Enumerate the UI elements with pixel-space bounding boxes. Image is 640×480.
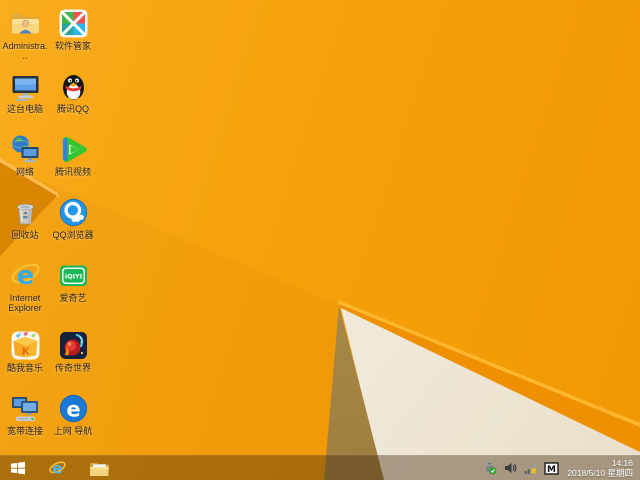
network-status-icon[interactable] — [523, 461, 538, 475]
clock-date: 2018/5/10 星期四 — [567, 468, 633, 478]
chuanqi-shijie-icon — [57, 329, 90, 362]
desktop-icon-tencent-qq[interactable]: 腾讯QQ — [50, 70, 96, 114]
taskbar-file-explorer[interactable] — [81, 456, 118, 480]
tencent-video-icon — [57, 133, 90, 166]
recycle-bin-icon — [9, 196, 42, 229]
web-navigation-wordmark: e — [66, 398, 80, 422]
icon-label: 腾讯视频 — [50, 167, 96, 177]
internet-explorer-icon: e — [9, 259, 42, 292]
desktop-icon-this-pc[interactable]: 这台电脑 — [2, 70, 48, 114]
icon-label: Administra... — [2, 41, 48, 61]
icon-label: Internet Explorer — [2, 293, 48, 313]
taskbar-internet-explorer[interactable]: e — [40, 456, 75, 480]
web-navigation-icon: e — [57, 392, 90, 425]
icon-label: 爱奇艺 — [50, 293, 96, 303]
network-icon — [9, 133, 42, 166]
desktop-icon-broadband-connection[interactable]: 宽带连接 — [2, 392, 48, 436]
icon-label: 这台电脑 — [2, 104, 48, 114]
desktop-icon-software-manager[interactable]: 软件管家 — [50, 7, 96, 51]
ime-indicator-icon[interactable]: M — [544, 462, 559, 475]
desktop-icon-user-folder[interactable]: Administra... — [2, 7, 48, 61]
iqiyi-wordmark: iQIYI — [64, 272, 81, 280]
volume-icon[interactable] — [503, 461, 517, 475]
svg-text:e: e — [52, 459, 62, 477]
desktop-icon-kuwo-music[interactable]: K 酷我音乐 — [2, 329, 48, 373]
start-button[interactable] — [2, 456, 34, 480]
icon-label: 宽带连接 — [2, 426, 48, 436]
qq-browser-icon — [57, 196, 90, 229]
desktop-icon-iqiyi[interactable]: iQIYI 爱奇艺 — [50, 259, 96, 303]
file-explorer-icon — [89, 460, 110, 477]
icon-label: 网络 — [2, 167, 48, 177]
ime-letter: M — [547, 465, 556, 475]
clock-time: 14:16 — [567, 458, 633, 468]
desktop-screen: Administra... 这台电脑 网络 — [0, 0, 640, 480]
system-tray: M — [483, 461, 559, 475]
windows-logo-icon — [10, 461, 26, 475]
icon-label: 软件管家 — [50, 41, 96, 51]
svg-text:e: e — [16, 261, 34, 291]
desktop-icon-chuanqi-shijie[interactable]: 传奇世界 — [50, 329, 96, 373]
icon-label: 回收站 — [2, 230, 48, 240]
icon-label: QQ浏览器 — [50, 230, 96, 240]
internet-explorer-icon: e — [48, 459, 67, 478]
icon-label: 酷我音乐 — [2, 363, 48, 373]
desktop-icon-recycle-bin[interactable]: 回收站 — [2, 196, 48, 240]
this-pc-icon — [9, 70, 42, 103]
desktop-icon-tencent-video[interactable]: 腾讯视频 — [50, 133, 96, 177]
taskbar: e — [0, 455, 640, 480]
software-manager-icon — [57, 7, 90, 40]
icon-label: 传奇世界 — [50, 363, 96, 373]
desktop-icon-network[interactable]: 网络 — [2, 133, 48, 177]
kuwo-k-wordmark: K — [21, 347, 30, 358]
desktop-icon-web-navigation[interactable]: e 上网 导航 — [50, 392, 96, 436]
kuwo-music-icon: K — [9, 329, 42, 362]
tencent-qq-icon — [57, 70, 90, 103]
icon-label: 上网 导航 — [50, 426, 96, 436]
user-folder-icon — [9, 7, 42, 40]
desktop-icon-qq-browser[interactable]: QQ浏览器 — [50, 196, 96, 240]
desktop-icon-internet-explorer[interactable]: e Internet Explorer — [2, 259, 48, 313]
taskbar-clock[interactable]: 14:16 2018/5/10 星期四 — [567, 458, 633, 478]
iqiyi-icon: iQIYI — [57, 259, 90, 292]
icon-label: 腾讯QQ — [50, 104, 96, 114]
usb-safely-remove-icon[interactable] — [483, 461, 497, 475]
broadband-connection-icon — [9, 392, 42, 425]
